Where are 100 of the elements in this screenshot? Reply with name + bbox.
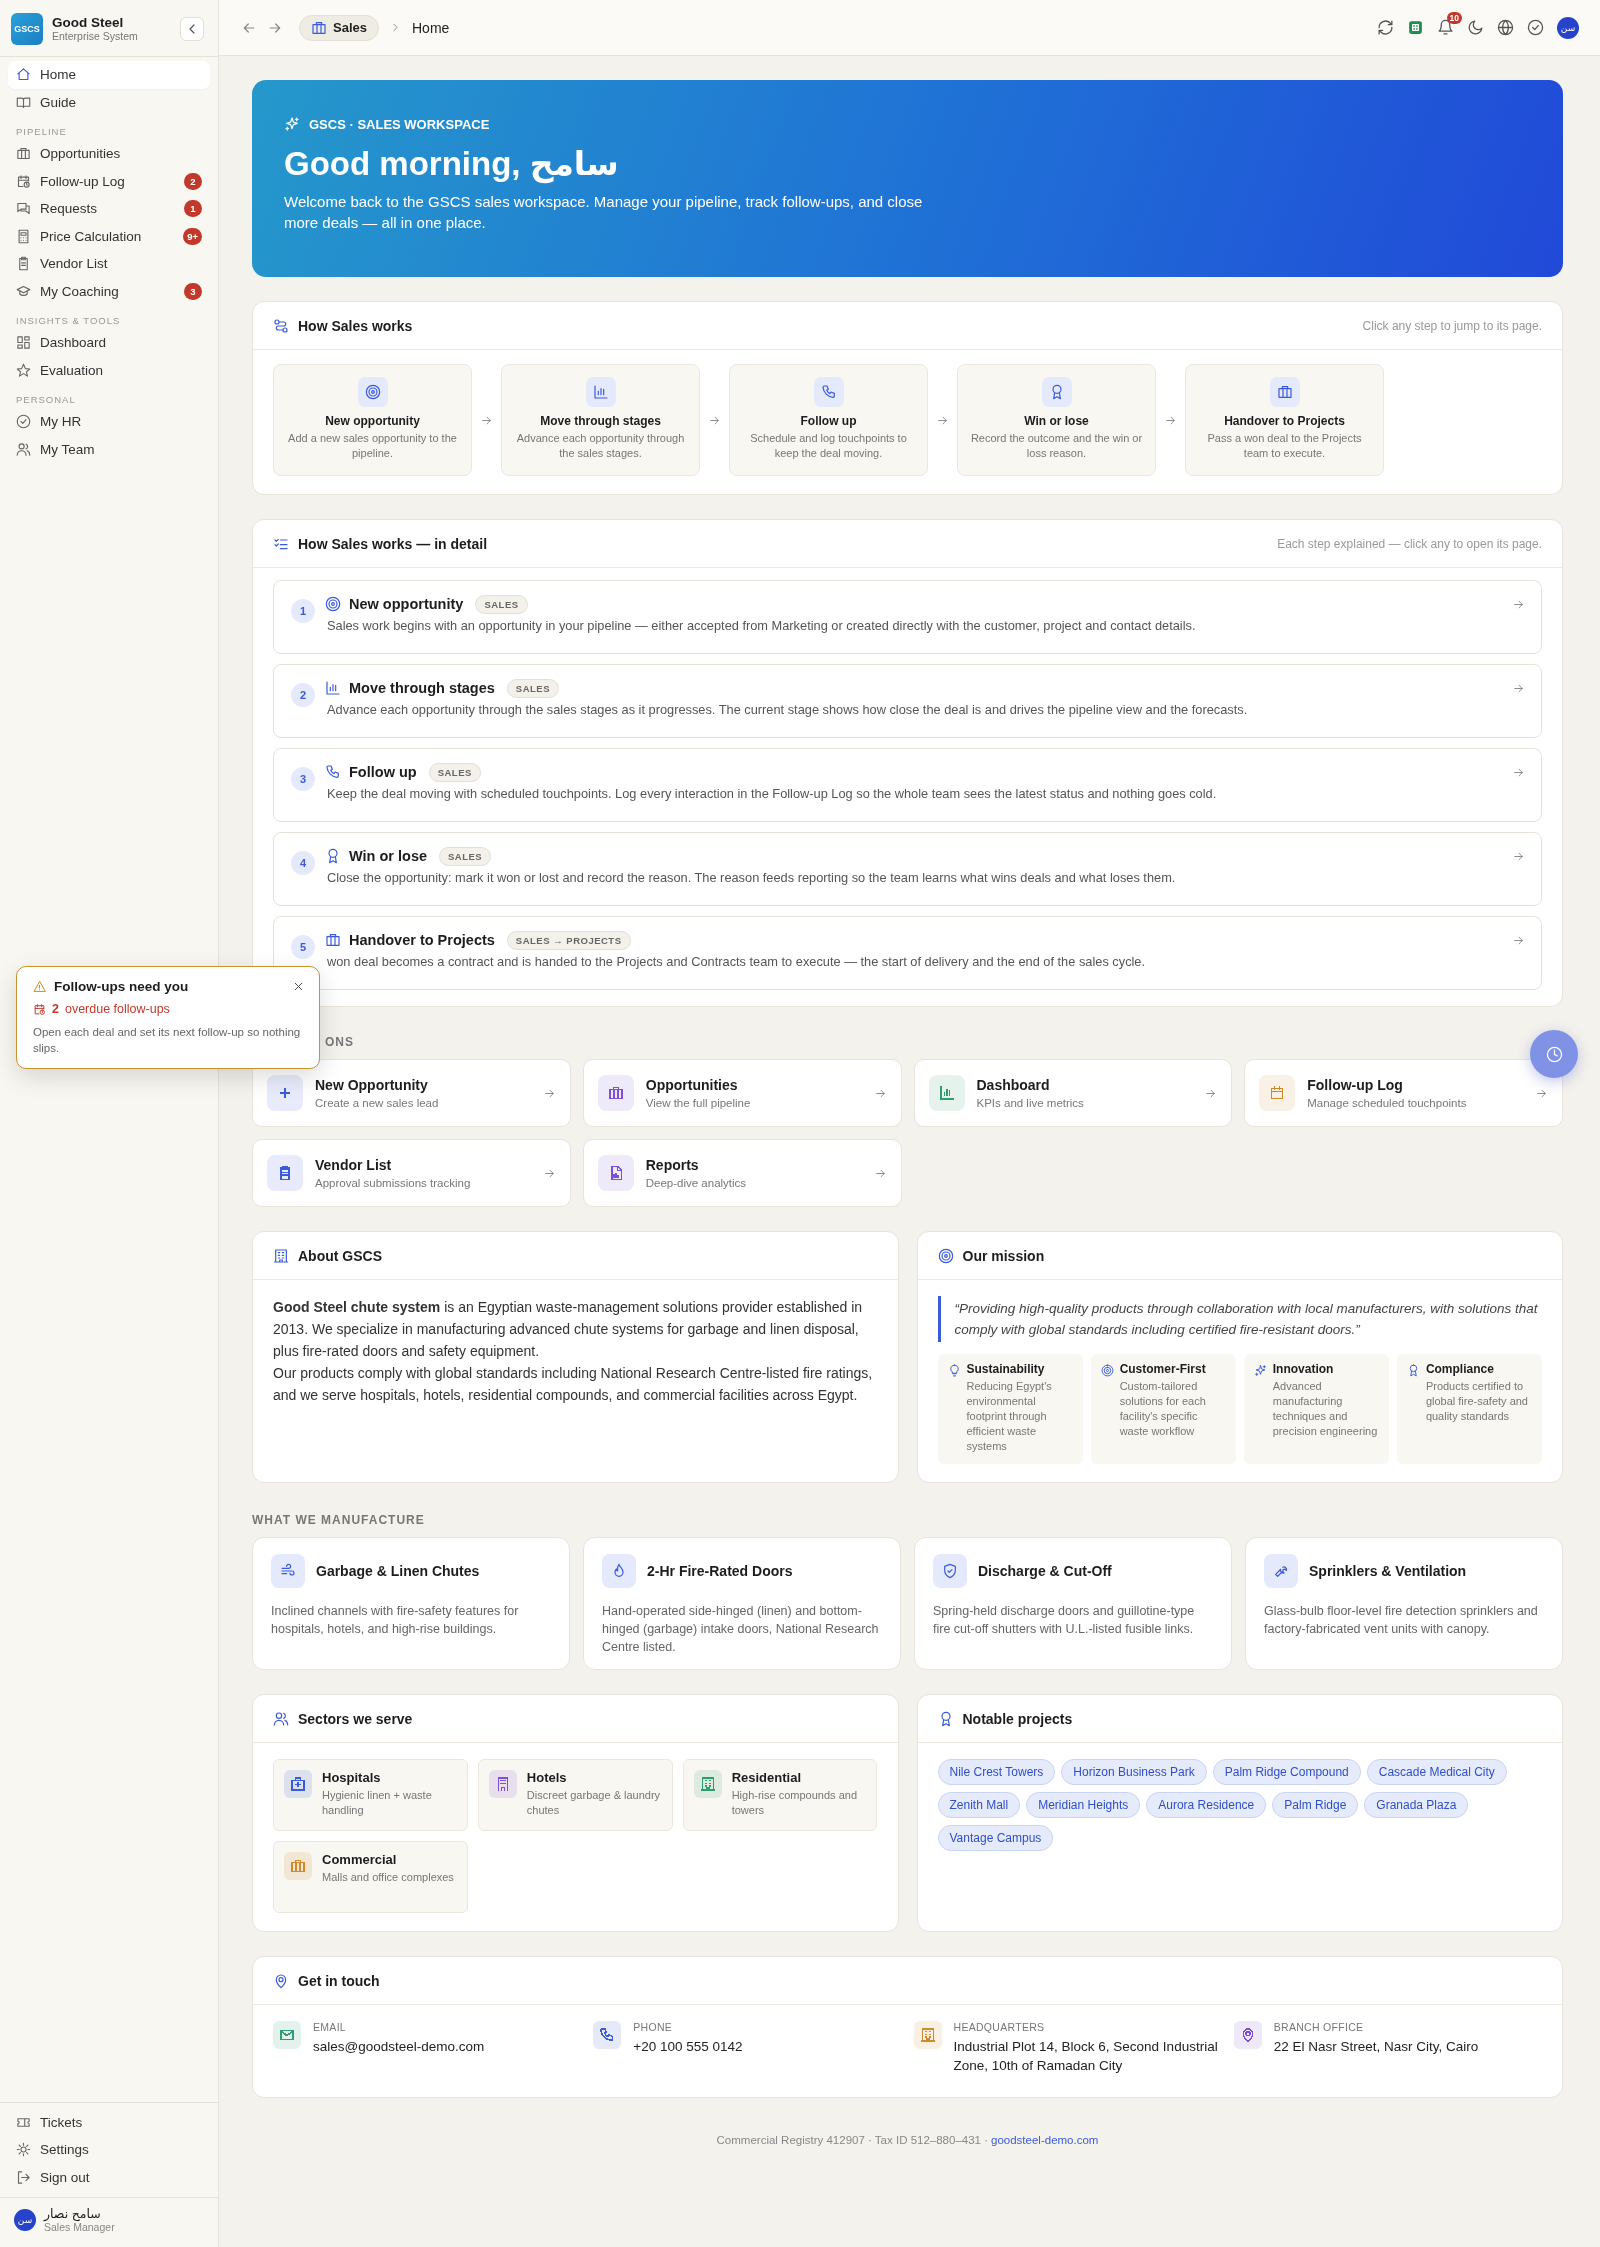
action-card[interactable]: Reports Deep-dive analytics: [582, 1139, 902, 1207]
breadcrumb-current: Home: [412, 19, 450, 36]
count-badge: 1: [184, 200, 202, 218]
nav-item[interactable]: Dashboard: [8, 329, 210, 357]
step-card[interactable]: Move through stages Advance each opportunity through the sales stages.: [501, 364, 700, 476]
nav-item[interactable]: Vendor List: [8, 250, 210, 278]
toast-title: Follow-ups need you: [54, 979, 190, 994]
step-card[interactable]: Win or lose Record the outcome and the win or loss reason.: [957, 364, 1156, 476]
step-card[interactable]: Handover to Projects Pass a won deal to the Projects team to execute.: [1185, 364, 1384, 476]
nav-item[interactable]: Opportunities: [8, 140, 210, 168]
history-button[interactable]: [1530, 1030, 1578, 1078]
step-number: 5: [291, 935, 315, 959]
refresh-button[interactable]: [1377, 19, 1394, 36]
value-title: Customer-First: [1119, 1362, 1207, 1376]
nav-item[interactable]: Home: [8, 61, 210, 89]
status-button[interactable]: [1527, 19, 1544, 36]
nav-item[interactable]: My Team: [8, 435, 210, 463]
user-avatar[interactable]: سن: [14, 2208, 36, 2231]
toast-message: Open each deal and set its next follow-up so nothing slips.: [33, 1025, 302, 1056]
contact-value: Industrial Plot 14, Block 6, Second Industrial Zone, 10th of Ramadan City: [953, 2038, 1219, 2075]
action-card[interactable]: Opportunities View the full pipeline: [582, 1059, 902, 1127]
step-row[interactable]: 4 Win or lose SALES Close the opportunity: mark it won or lost and record the reason. The reason feeds reporting so the team learns what wins deals and what loses them.: [273, 832, 1542, 906]
users-icon: [16, 441, 31, 457]
flame-icon: [611, 1563, 627, 1579]
breadcrumb-link[interactable]: Sales: [299, 14, 379, 41]
stage-tag: SALES → PROJECTS: [506, 930, 631, 950]
product-title: Garbage & Linen Chutes: [316, 1563, 480, 1579]
project-tag: Palm Ridge Compound: [1212, 1759, 1361, 1785]
notification-badge: 10: [1446, 12, 1462, 24]
website-link[interactable]: goodsteel-demo.com: [991, 2134, 1099, 2146]
about-paragraph: Good Steel chute system is an Egyptian waste-management solutions provider established in 2013. We specialize in manufacturing advanced chute systems for garbage and linen disposal, plus fire-rated doors and safety equipment.: [273, 1298, 864, 1361]
calculator-icon: [16, 228, 31, 244]
close-icon: [292, 980, 305, 993]
contact-label: HEADQUARTERS: [953, 2021, 1046, 2033]
notifications-button[interactable]: [1437, 19, 1454, 36]
contact-value: +20 100 555 0142: [633, 2038, 743, 2056]
nav-item[interactable]: Tickets: [8, 2108, 210, 2136]
calendar-clock-icon: [16, 173, 31, 189]
step-row[interactable]: 3 Follow up SALES Keep the deal moving with scheduled touchpoints. Log every interaction in the Follow-up Log so the whole team sees the latest status and nothing goes cold.: [273, 748, 1542, 822]
stage-tag: SALES: [428, 762, 481, 782]
phone-icon: [325, 764, 341, 780]
clock-icon: [1545, 1045, 1563, 1063]
contact-label: EMAIL: [313, 2021, 347, 2033]
nav-item[interactable]: Price Calculation 9+: [8, 222, 210, 250]
nav-item[interactable]: My HR: [8, 408, 210, 436]
step-title: Follow up: [800, 414, 857, 428]
target-icon: [325, 596, 341, 612]
card-title: How Sales works — in detail: [298, 535, 489, 552]
nav-item[interactable]: Guide: [8, 88, 210, 116]
step-row[interactable]: 1 New opportunity SALES Sales work begins with an opportunity in your pipeline — either accepted from Marketing or created directly with the customer, project and contact details.: [273, 580, 1542, 654]
action-card[interactable]: New Opportunity Create a new sales lead: [252, 1059, 571, 1127]
hero-text: Welcome back to the GSCS sales workspace. Manage your pipeline, track follow-ups, and close more deals — all in one place.: [284, 192, 924, 233]
briefcase-icon: [325, 932, 341, 948]
overdue-count: 2: [52, 1002, 59, 1016]
stage-tag: SALES: [506, 678, 559, 698]
step-number: 1: [291, 599, 315, 623]
count-badge: 2: [184, 172, 202, 190]
action-title: Vendor List: [315, 1157, 393, 1173]
greeting-title: Good morning, سامح: [284, 144, 620, 183]
bell-icon: [1437, 19, 1454, 36]
theme-button[interactable]: [1467, 19, 1484, 36]
step-title: Win or lose: [349, 848, 427, 864]
warning-icon: [33, 980, 46, 993]
value-description: Custom-tailored solutions for each facility's specific waste workflow: [1119, 1379, 1207, 1439]
project-tag: Zenith Mall: [937, 1792, 1021, 1818]
value-description: Products certified to global fire-safety and quality standards: [1425, 1379, 1529, 1424]
route-icon: [273, 317, 289, 334]
action-title: Opportunities: [645, 1077, 739, 1093]
about-paragraph: Our products comply with global standards including National Research Centre-listed fire ratings, and we serve hospitals, hotels, residential compounds, and commercial facilities across Egypt.: [273, 1364, 874, 1405]
nav-item[interactable]: Follow-up Log 2: [8, 167, 210, 195]
section-heading: ONS: [325, 1035, 354, 1049]
section-heading: PIPELINE: [15, 125, 68, 139]
action-card[interactable]: Follow-up Log Manage scheduled touchpoints: [1244, 1059, 1563, 1127]
nav-item[interactable]: Requests 1: [8, 195, 210, 223]
hero-eyebrow: GSCS · SALES WORKSPACE: [309, 116, 490, 132]
value-title: Sustainability: [966, 1362, 1046, 1376]
language-button[interactable]: [1497, 19, 1514, 36]
action-card[interactable]: Dashboard KPIs and live metrics: [913, 1059, 1233, 1127]
sector-description: Malls and office complexes: [322, 1870, 454, 1885]
card-hint: Each step explained — click any to open its page.: [1277, 536, 1542, 551]
book-icon: [16, 94, 31, 110]
step-row[interactable]: 2 Move through stages SALES Advance each opportunity through the sales stages as it progresses. The current stage shows how close the deal is and drives the pipeline view and the forecasts.: [273, 664, 1542, 738]
sector-title: Hospitals: [322, 1770, 382, 1785]
app-button[interactable]: [1407, 19, 1424, 36]
nav-item[interactable]: Settings: [8, 2136, 210, 2164]
nav-item[interactable]: Sign out: [8, 2163, 210, 2191]
step-title: New opportunity: [325, 414, 420, 428]
app-name: Good Steel: [52, 15, 125, 30]
project-tag: Horizon Business Park: [1061, 1759, 1207, 1785]
step-card[interactable]: New opportunity Add a new sales opportunity to the pipeline.: [273, 364, 472, 476]
step-card[interactable]: Follow up Schedule and log touchpoints to keep the deal moving.: [729, 364, 928, 476]
moon-icon: [1467, 19, 1484, 36]
nav-item[interactable]: Evaluation: [8, 356, 210, 384]
close-button[interactable]: [292, 980, 305, 993]
sector-title: Hotels: [526, 1770, 568, 1785]
nav-item[interactable]: My Coaching 3: [8, 277, 210, 305]
calendar-clock-icon: [33, 1002, 46, 1016]
user-avatar[interactable]: سن: [1557, 16, 1579, 39]
action-card[interactable]: Vendor List Approval submissions tracking: [252, 1139, 571, 1207]
action-description: Deep-dive analytics: [645, 1177, 748, 1189]
